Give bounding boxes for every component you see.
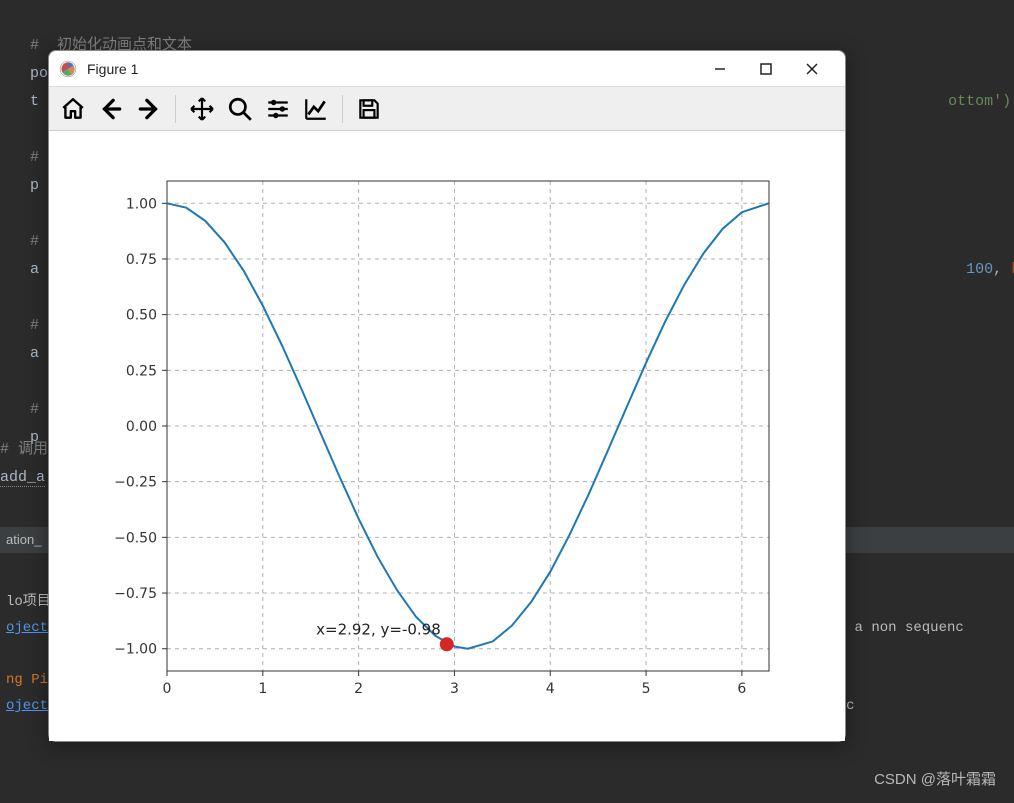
maximize-button[interactable]	[743, 54, 789, 84]
svg-text:0.25: 0.25	[126, 363, 157, 379]
plot-area[interactable]: 0 1 2 3 4 5 6 −1.00 −0.75 −0.50 −0.25 0.00 0.25 0.50 0…	[49, 131, 845, 741]
svg-text:4: 4	[546, 681, 555, 697]
matplotlib-toolbar	[49, 87, 845, 131]
configure-subplots-icon[interactable]	[262, 93, 294, 125]
chart-svg: 0 1 2 3 4 5 6 −1.00 −0.75 −0.50 −0.25 0.00 0.25 0.50 0…	[49, 131, 845, 741]
svg-text:6: 6	[737, 681, 746, 697]
svg-text:0: 0	[163, 681, 172, 697]
close-button[interactable]	[789, 54, 835, 84]
svg-text:1: 1	[258, 681, 267, 697]
window-title: Figure 1	[87, 61, 697, 77]
minimize-button[interactable]	[697, 54, 743, 84]
svg-text:0.00: 0.00	[126, 419, 157, 435]
svg-text:−1.00: −1.00	[114, 642, 157, 658]
svg-text:3: 3	[450, 681, 459, 697]
window-titlebar[interactable]: Figure 1	[49, 51, 845, 87]
toolbar-separator	[342, 95, 343, 123]
svg-text:5: 5	[642, 681, 651, 697]
svg-text:−0.75: −0.75	[114, 586, 157, 602]
save-icon[interactable]	[353, 93, 385, 125]
forward-icon[interactable]	[133, 93, 165, 125]
figure-window: Figure 1 0 1 2 3 4	[48, 50, 846, 742]
svg-text:1.00: 1.00	[126, 196, 157, 212]
svg-text:2: 2	[354, 681, 363, 697]
watermark: CSDN @落叶霜霜	[874, 768, 996, 789]
back-icon[interactable]	[95, 93, 127, 125]
svg-text:−0.25: −0.25	[114, 475, 157, 491]
pan-icon[interactable]	[186, 93, 218, 125]
svg-text:0.50: 0.50	[126, 308, 157, 324]
edit-axis-icon[interactable]	[300, 93, 332, 125]
svg-text:−0.50: −0.50	[114, 530, 157, 546]
svg-text:x=2.92, y=-0.98: x=2.92, y=-0.98	[316, 620, 441, 638]
zoom-icon[interactable]	[224, 93, 256, 125]
svg-text:0.75: 0.75	[126, 252, 157, 268]
matplotlib-icon	[59, 60, 77, 78]
toolbar-separator	[175, 95, 176, 123]
home-icon[interactable]	[57, 93, 89, 125]
